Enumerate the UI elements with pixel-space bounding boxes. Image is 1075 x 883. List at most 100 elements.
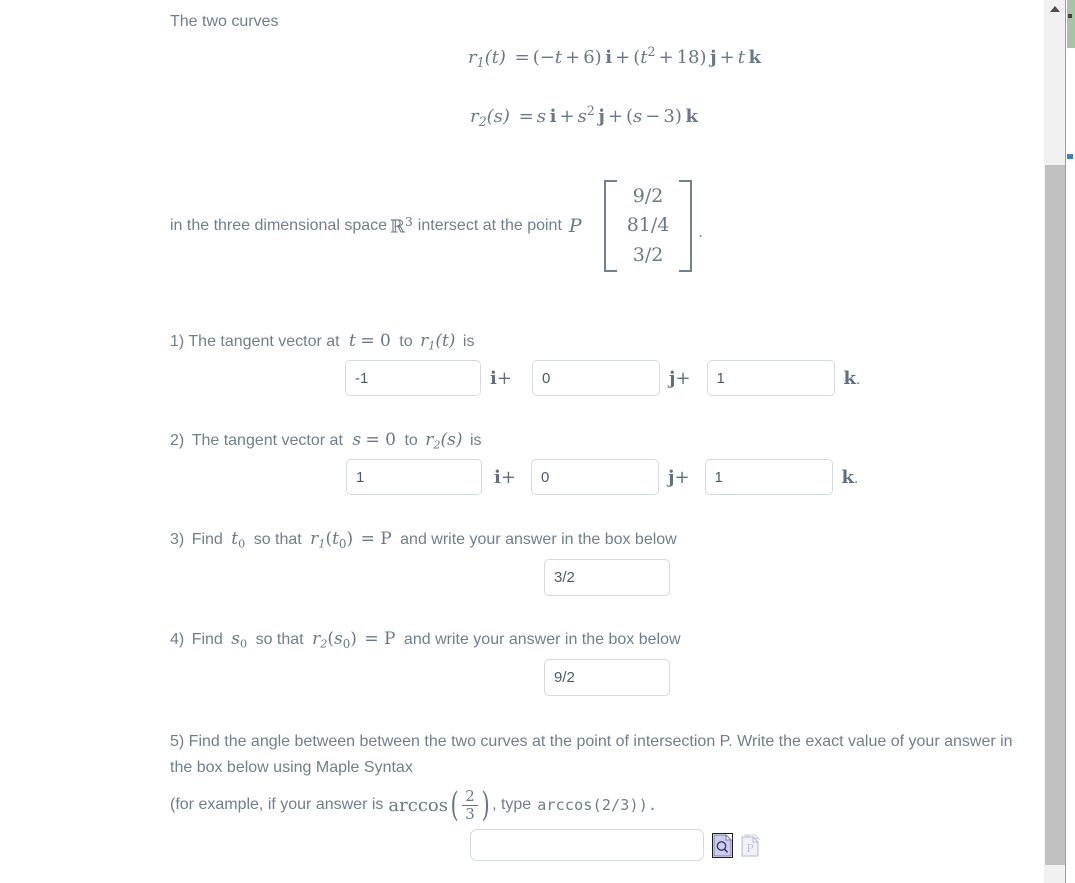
equation-r1-subscript: 1 — [476, 54, 485, 70]
q2-j-unit: j+ — [667, 466, 690, 488]
equation-r1-rhs: = (−t +6) i + (t2 +18) j + t k — [514, 44, 762, 68]
maple-document-icon[interactable]: P — [741, 834, 761, 857]
q1-i-input[interactable] — [345, 360, 481, 396]
q4-number: 4) — [170, 631, 185, 648]
q2-k-unit: k. — [841, 466, 859, 488]
matrix-left-bracket — [603, 180, 617, 272]
outer-scrollbar-thumb[interactable] — [1067, 0, 1075, 48]
q1-j-input[interactable] — [531, 360, 660, 396]
maple-document-glyph: P — [741, 834, 761, 856]
q2-func-arg: (s) — [440, 430, 463, 450]
question-3-answer-row — [544, 559, 670, 596]
scroll-up-arrow-icon[interactable] — [1044, 0, 1065, 17]
inner-scrollbar-thumb[interactable] — [1045, 165, 1065, 865]
question-4-prompt: 4) Find s0 so that r2(s0) = P and write … — [170, 629, 681, 651]
q2-number: 2) — [170, 432, 185, 449]
q2-func: r — [425, 430, 434, 450]
intro-text: The two curves — [170, 13, 279, 30]
real-space-exponent: 3 — [405, 214, 413, 229]
question-5-prompt: 5) Find the angle between between the tw… — [170, 733, 1013, 776]
equation-r2-subscript: 2 — [478, 113, 487, 129]
document-magnifier-glyph — [713, 833, 733, 856]
q2-j-input[interactable] — [530, 459, 659, 495]
q1-text-a: The tangent vector at — [188, 333, 340, 350]
q2-text-a: The tangent vector at — [191, 432, 343, 449]
equation-r2-rhs: = s i + s2 j + (s −3) k — [518, 103, 698, 127]
q5-fraction-denominator: 3 — [465, 804, 475, 823]
q2-variable: s — [352, 430, 362, 450]
q1-text-c: is — [462, 333, 475, 350]
q4-text-a: Find — [191, 631, 223, 648]
equation-r2: r2(s) = s i + s2 j + (s −3) k — [470, 103, 698, 129]
q5-example-fn: arccos — [388, 794, 448, 816]
q2-text-c: is — [469, 432, 482, 449]
equation-r1-argument: (t) — [484, 46, 506, 68]
q2-text-b: to — [404, 432, 418, 449]
q5-close-paren: ) — [481, 785, 490, 826]
outer-scrollbar-marker — [1067, 154, 1073, 159]
q1-text-b: to — [399, 333, 413, 350]
q5-open-paren: ( — [450, 785, 459, 826]
worksheet-page: The two curves r1(t) = (−t +6) i + (t2 +18) j… — [0, 0, 1075, 883]
sentence-period: . — [698, 224, 703, 241]
q2-k-input[interactable] — [704, 459, 833, 495]
q3-text-b: so that — [253, 531, 302, 548]
matrix-right-bracket — [679, 180, 693, 272]
q5-example-fraction: 2 3 — [461, 788, 479, 823]
equation-r2-symbol: r — [470, 105, 479, 127]
svg-text:P: P — [746, 842, 754, 855]
q3-number: 3) — [170, 531, 185, 548]
q2-i-input[interactable] — [346, 459, 482, 495]
equation-r2-argument: (s) — [486, 105, 510, 127]
q4-variable: s — [231, 629, 240, 649]
q3-func: r — [310, 529, 319, 549]
q2-i-unit: i+ — [494, 466, 516, 488]
q4-func-arg: (s0) — [327, 629, 357, 651]
q3-variable-sub: 0 — [238, 537, 246, 551]
inner-scrollbar[interactable] — [1044, 0, 1066, 883]
equation-r1: r1(t) = (−t +6) i + (t2 +18) j + t k — [468, 44, 761, 70]
matrix-cell-y: 81/4 — [626, 214, 670, 237]
q3-text-a: Find — [191, 531, 223, 548]
intersection-text-mid: intersect at the point — [417, 217, 562, 234]
matrix-cell-x: 9/2 — [632, 184, 664, 207]
q1-func-arg: (t) — [435, 331, 456, 351]
q1-k-input[interactable] — [706, 360, 835, 396]
q5-example-pre: (for example, if your answer is — [170, 796, 384, 814]
question-2-prompt: 2) The tangent vector at s = 0 to r2(s) … — [170, 430, 482, 452]
q5-answer-input[interactable] — [470, 829, 704, 861]
intersection-point-matrix: 9/2 81/4 3/2 — [603, 180, 693, 272]
q3-func-arg: (t0) — [325, 529, 354, 551]
q4-equals-p: = P — [364, 629, 396, 649]
q5-fraction-numerator: 2 — [462, 788, 478, 806]
q1-k-unit: k. — [843, 367, 861, 389]
q1-variable: t — [349, 331, 356, 351]
q2-func-sub: 2 — [433, 438, 441, 452]
q1-number: 1) — [170, 333, 185, 350]
q1-i-unit: i+ — [490, 367, 512, 389]
question-4-answer-row — [544, 659, 670, 696]
matrix-column: 9/2 81/4 3/2 — [617, 182, 680, 270]
outer-scrollbar-marker-top — [1068, 14, 1072, 18]
real-space-symbol: ℝ3 — [390, 214, 413, 238]
question-1-answer-row: i+ j+ k. — [345, 360, 869, 396]
q1-func: r — [420, 331, 429, 351]
question-5-example: (for example, if your answer is arccos (… — [170, 788, 657, 823]
q3-variable: t — [231, 529, 239, 549]
scroll-up-triangle — [1049, 5, 1060, 12]
q2-equals: = 0 — [365, 430, 396, 450]
q3-text-c: and write your answer in the box below — [400, 531, 677, 548]
matrix-cell-z: 3/2 — [632, 243, 664, 266]
q4-answer-input[interactable] — [544, 659, 670, 696]
q1-equals: = 0 — [360, 331, 391, 351]
q4-text-c: and write your answer in the box below — [403, 631, 681, 648]
document-magnifier-icon[interactable] — [712, 832, 733, 858]
q4-text-b: so that — [255, 631, 304, 648]
point-label-P: P — [568, 215, 582, 237]
equation-r1-symbol: r — [468, 46, 477, 68]
outer-scrollbar[interactable] — [1066, 0, 1075, 883]
q3-answer-input[interactable] — [544, 559, 670, 596]
q5-example-arccos: arccos ( 2 3 ) — [383, 788, 492, 823]
question-5-answer-row: P — [470, 829, 761, 861]
q5-example-code: arccos(2/3)). — [537, 796, 658, 815]
